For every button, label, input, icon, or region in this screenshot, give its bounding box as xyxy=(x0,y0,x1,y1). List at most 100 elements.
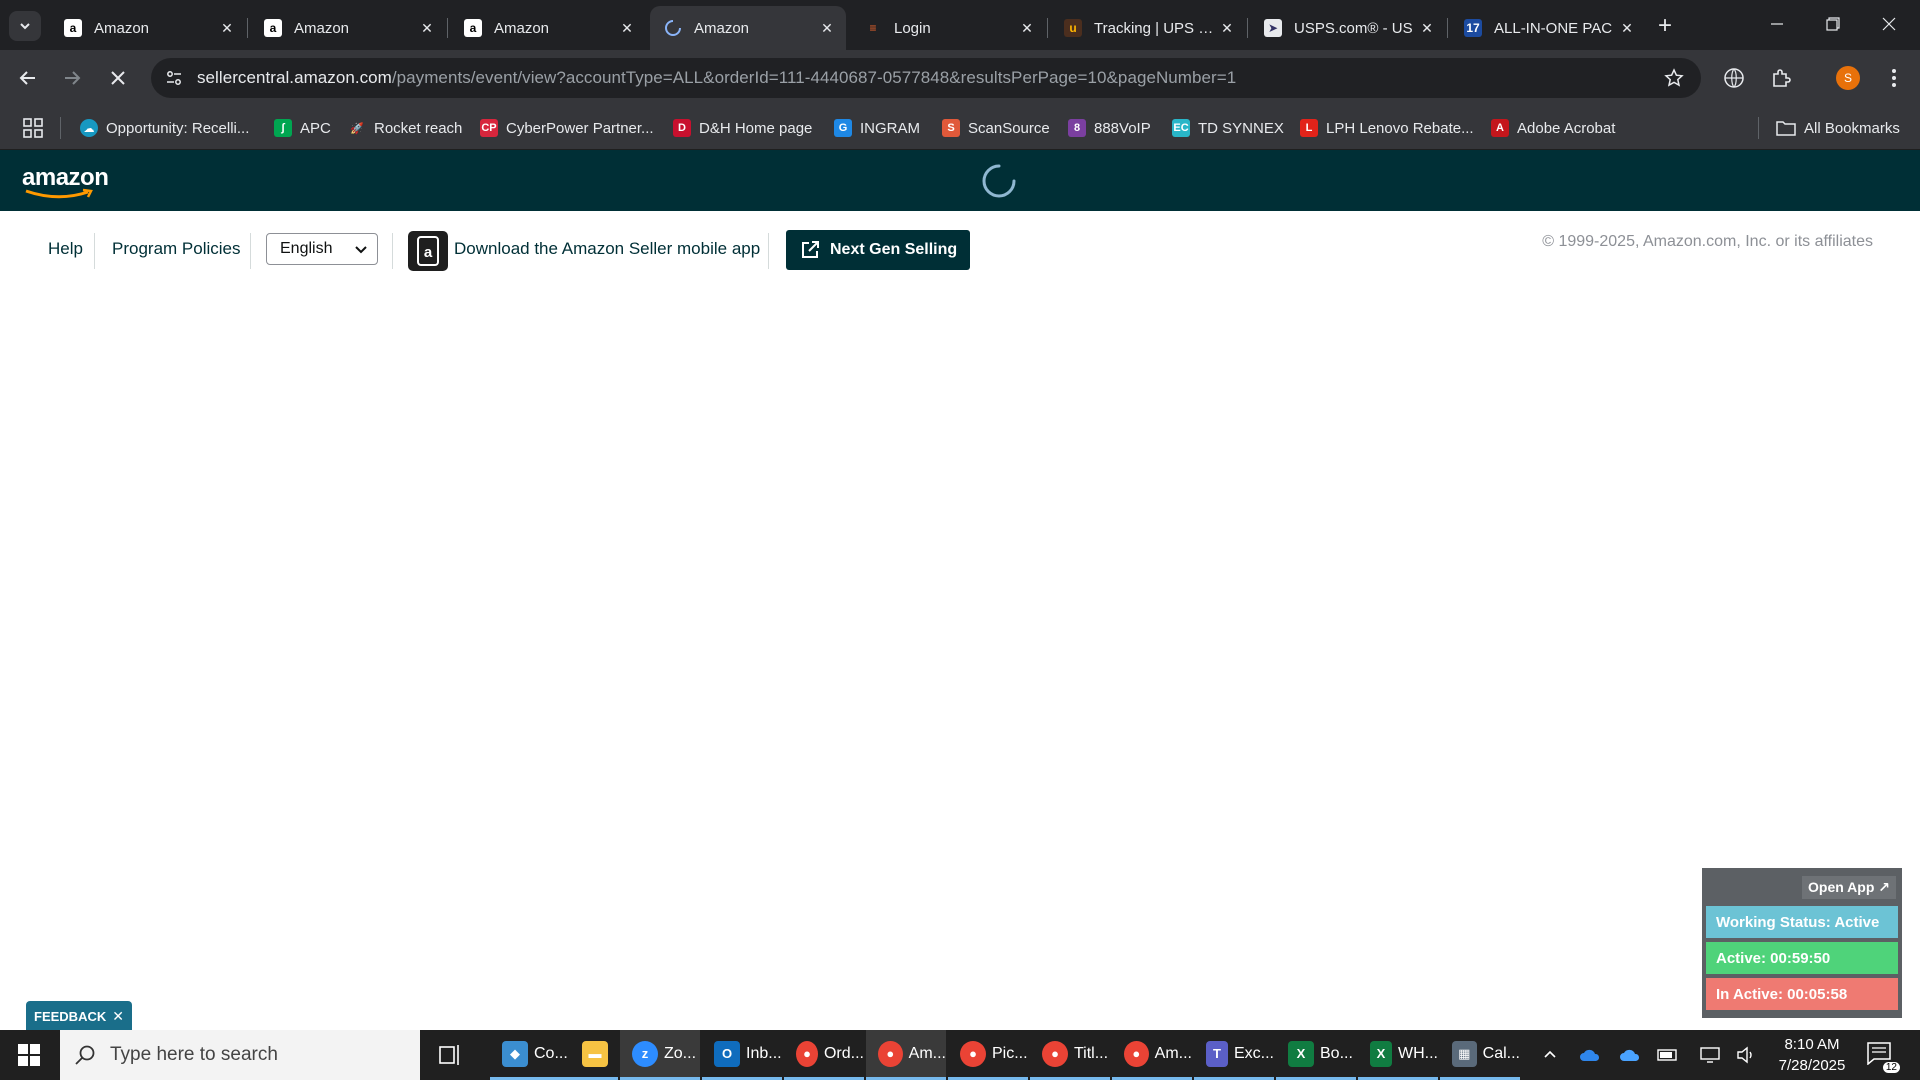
notification-center-icon[interactable]: 12 xyxy=(1866,1041,1900,1073)
extensions-icon[interactable] xyxy=(1767,64,1795,92)
adobe-acrobat-icon: A xyxy=(1491,119,1509,137)
browser-tab[interactable]: 17 ALL-IN-ONE PAC ✕ xyxy=(1450,6,1646,50)
globe-icon[interactable] xyxy=(1720,64,1748,92)
address-bar[interactable]: sellercentral.amazon.com/payments/event/… xyxy=(151,58,1701,98)
browser-tab[interactable]: ➤ USPS.com® - US ✕ xyxy=(1250,6,1446,50)
tab-title: Amazon xyxy=(494,19,550,37)
tab-title: Amazon xyxy=(694,19,750,37)
taskbar-app-file-explorer[interactable]: ▬ xyxy=(570,1030,618,1080)
new-tab-button[interactable]: + xyxy=(1651,12,1679,40)
bookmark-star-icon[interactable] xyxy=(1663,67,1685,89)
all-bookmarks-button[interactable]: All Bookmarks xyxy=(1776,116,1900,140)
tab-title: Amazon xyxy=(94,19,150,37)
close-window-icon[interactable] xyxy=(1866,8,1912,40)
search-placeholder: Type here to search xyxy=(110,1044,278,1065)
bookmark-item[interactable]: A Adobe Acrobat xyxy=(1491,116,1615,140)
task-view-icon[interactable] xyxy=(436,1041,464,1069)
seller-app-icon[interactable]: a xyxy=(408,231,448,271)
bookmark-item[interactable]: D D&H Home page xyxy=(673,116,812,140)
bookmark-item[interactable]: CP CyberPower Partner... xyxy=(480,116,654,140)
bookmark-item[interactable]: 8 888VoIP xyxy=(1068,116,1151,140)
taskbar-app[interactable]: ● Titl... xyxy=(1030,1030,1110,1080)
ups-icon: u xyxy=(1064,19,1082,37)
browser-tab[interactable]: a Amazon ✕ xyxy=(250,6,446,50)
usps-icon: ➤ xyxy=(1264,19,1282,37)
volume-icon[interactable] xyxy=(1734,1043,1758,1067)
feedback-label: FEEDBACK xyxy=(34,1008,107,1024)
open-app-button[interactable]: Open App ↗ xyxy=(1802,876,1896,899)
close-tab-icon[interactable]: ✕ xyxy=(1218,19,1236,37)
next-gen-selling-button[interactable]: Next Gen Selling xyxy=(786,230,970,270)
system-clock[interactable]: 8:10 AM 7/28/2025 xyxy=(1764,1034,1860,1076)
bookmark-item[interactable]: 🚀 Rocket reach xyxy=(348,116,462,140)
close-tab-icon[interactable]: ✕ xyxy=(618,19,636,37)
taskbar-app[interactable]: T Exc... xyxy=(1194,1030,1274,1080)
external-link-icon xyxy=(802,241,819,258)
feedback-tab[interactable]: FEEDBACK ✕ xyxy=(26,1001,132,1031)
language-select[interactable]: English xyxy=(266,233,378,265)
chrome-icon: ● xyxy=(960,1040,986,1067)
more-menu-icon[interactable] xyxy=(1880,64,1908,92)
program-policies-link[interactable]: Program Policies xyxy=(112,239,241,259)
download-app-link[interactable]: Download the Amazon Seller mobile app xyxy=(454,239,760,259)
taskbar-app[interactable]: ◆ Co... xyxy=(490,1030,570,1080)
chrome-icon: ● xyxy=(878,1040,903,1067)
bookmark-item[interactable]: G INGRAM xyxy=(834,116,920,140)
tab-title: ALL-IN-ONE PAC xyxy=(1494,19,1613,37)
taskbar-app[interactable]: X Bo... xyxy=(1276,1030,1356,1080)
taskbar-app[interactable]: z Zo... xyxy=(620,1030,700,1080)
excel-icon: X xyxy=(1370,1040,1392,1067)
bookmark-item[interactable]: S ScanSource xyxy=(942,116,1050,140)
time-tracker-widget: Open App ↗ Working Status: Active Active… xyxy=(1702,868,1902,1018)
minimize-window-icon[interactable] xyxy=(1754,8,1800,40)
site-info-icon[interactable] xyxy=(161,65,187,91)
forward-button[interactable] xyxy=(56,62,88,94)
close-tab-icon[interactable]: ✕ xyxy=(418,19,436,37)
working-status-badge: Working Status: Active xyxy=(1706,906,1898,938)
close-tab-icon[interactable]: ✕ xyxy=(218,19,236,37)
close-tab-icon[interactable]: ✕ xyxy=(1018,19,1036,37)
onedrive-icon[interactable] xyxy=(1618,1043,1642,1067)
17track-icon: 17 xyxy=(1464,19,1482,37)
bookmark-item[interactable]: ☁ Opportunity: Recelli... xyxy=(80,116,249,140)
taskbar-app[interactable]: X WH... xyxy=(1358,1030,1438,1080)
inactive-time-badge: In Active: 00:05:58 xyxy=(1706,978,1898,1010)
bookmark-item[interactable]: ʃ APC xyxy=(274,116,331,140)
cyberpower-icon: CP xyxy=(480,119,498,137)
apc-icon: ʃ xyxy=(274,119,292,137)
start-button[interactable] xyxy=(0,1030,58,1080)
taskbar-app[interactable]: ● Am... xyxy=(866,1030,946,1080)
chrome-icon: ● xyxy=(1124,1040,1149,1067)
profile-avatar[interactable]: S xyxy=(1836,66,1860,90)
close-tab-icon[interactable]: ✕ xyxy=(818,19,836,37)
bookmark-item[interactable]: EC TD SYNNEX xyxy=(1172,116,1284,140)
onedrive-icon[interactable] xyxy=(1578,1043,1602,1067)
taskbar-app[interactable]: ● Am... xyxy=(1112,1030,1192,1080)
tab-search-button[interactable] xyxy=(9,11,41,41)
browser-tab-active[interactable]: Amazon ✕ xyxy=(650,6,846,50)
close-tab-icon[interactable]: ✕ xyxy=(1618,19,1636,37)
taskbar-app[interactable]: ● Pic... xyxy=(948,1030,1028,1080)
network-icon[interactable] xyxy=(1698,1043,1722,1067)
battery-icon[interactable] xyxy=(1656,1043,1680,1067)
apps-grid-icon[interactable] xyxy=(22,117,44,139)
bookmark-item[interactable]: L LPH Lenovo Rebate... xyxy=(1300,116,1474,140)
feedback-close-icon[interactable]: ✕ xyxy=(112,1008,124,1025)
stop-loading-button[interactable] xyxy=(102,62,134,94)
restore-window-icon[interactable] xyxy=(1810,8,1856,40)
browser-tab[interactable]: a Amazon ✕ xyxy=(50,6,246,50)
taskbar-app[interactable]: ▦ Cal... xyxy=(1440,1030,1520,1080)
help-link[interactable]: Help xyxy=(48,239,83,259)
taskbar-search-input[interactable]: Type here to search xyxy=(60,1030,420,1080)
browser-tab[interactable]: ≡ Login ✕ xyxy=(850,6,1046,50)
amazon-smile-icon xyxy=(25,188,93,199)
browser-tab[interactable]: u Tracking | UPS - U ✕ xyxy=(1050,6,1246,50)
tray-overflow-chevron-icon[interactable] xyxy=(1538,1043,1562,1067)
taskbar-app[interactable]: ● Ord... xyxy=(784,1030,864,1080)
rocket-icon: 🚀 xyxy=(350,122,364,135)
salesforce-icon: ☁ xyxy=(80,119,98,137)
close-tab-icon[interactable]: ✕ xyxy=(1418,19,1436,37)
taskbar-app[interactable]: O Inb... xyxy=(702,1030,782,1080)
back-button[interactable] xyxy=(12,62,44,94)
browser-tab[interactable]: a Amazon ✕ xyxy=(450,6,646,50)
